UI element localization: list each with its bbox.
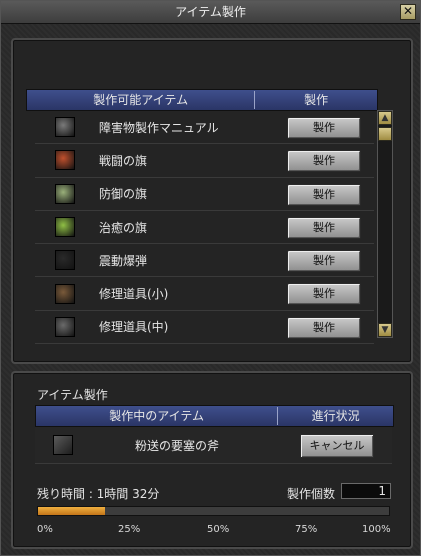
production-header: 製作中のアイテム 進行状況: [35, 405, 394, 427]
tick-25: 25%: [118, 524, 141, 535]
item-name: 修理道具(小): [99, 287, 169, 302]
item-name: 防御の旗: [99, 187, 148, 202]
craftable-header: 製作可能アイテム 製作: [26, 89, 378, 111]
count-label: 製作個数: [287, 487, 336, 501]
craft-button[interactable]: 製作: [287, 150, 361, 173]
production-item-name: 粉送の要塞の斧: [135, 439, 220, 453]
list-item: 修理道具(中) 製作: [35, 311, 374, 345]
item-name: 障害物製作マニュアル: [99, 120, 219, 135]
scroll-up-icon[interactable]: ▲: [378, 111, 392, 125]
list-item: 治癒の旗 製作: [35, 211, 374, 245]
item-name: 治癒の旗: [99, 220, 148, 235]
item-name: 震動爆弾: [99, 253, 148, 268]
list-item: 障害物製作マニュアル 製作: [35, 111, 374, 145]
list-item: 戦闘の旗 製作: [35, 144, 374, 178]
window-title: アイテム製作: [175, 5, 246, 19]
pickaxe-icon: [55, 316, 75, 337]
remaining-time: 残り時間 : 1時間 32分: [37, 487, 160, 501]
item-name: 修理道具(中): [99, 320, 169, 335]
production-section-title: アイテム製作: [37, 388, 108, 402]
craft-button[interactable]: 製作: [287, 183, 361, 206]
manual-icon: [55, 117, 75, 138]
cancel-button[interactable]: キャンセル: [300, 434, 374, 458]
craftable-header-action: 製作: [304, 93, 329, 107]
craft-button[interactable]: 製作: [287, 117, 361, 139]
scrollbar[interactable]: ▲ ▼: [377, 110, 393, 338]
craftable-header-name: 製作可能アイテム: [27, 91, 256, 109]
count-field[interactable]: 1: [341, 483, 391, 499]
tick-100: 100%: [362, 524, 391, 535]
defense-flag-icon: [55, 183, 75, 204]
production-header-state: 進行状況: [311, 409, 360, 423]
healing-flag-icon: [55, 217, 75, 238]
craft-button[interactable]: 製作: [287, 216, 361, 239]
tick-50: 50%: [207, 524, 230, 535]
axe-icon: [53, 435, 73, 455]
scroll-thumb[interactable]: [378, 127, 392, 141]
list-item: 震動爆弾 製作: [35, 244, 374, 278]
craft-button[interactable]: 製作: [287, 316, 361, 339]
bomb-icon: [55, 250, 75, 271]
craftable-list: 障害物製作マニュアル 製作 戦闘の旗 製作 防御の旗 製作 治癒の旗 製作 震動爆弾 製作 修理道具…: [35, 111, 374, 345]
list-item: 修理道具(小) 製作: [35, 277, 374, 311]
craft-button[interactable]: 製作: [287, 250, 361, 273]
battle-flag-icon: [55, 150, 75, 171]
list-item: 防御の旗 製作: [35, 178, 374, 211]
tick-75: 75%: [295, 524, 318, 535]
title-bar: アイテム製作 ✕: [1, 1, 420, 24]
tick-0: 0%: [37, 524, 53, 535]
item-name: 戦闘の旗: [99, 153, 148, 168]
production-row: 粉送の要塞の斧 キャンセル: [35, 427, 392, 464]
scroll-down-icon[interactable]: ▼: [378, 323, 392, 337]
progress-bar: [37, 506, 390, 516]
progress-fill: [38, 507, 105, 515]
production-header-name: 製作中のアイテム: [36, 407, 279, 425]
close-icon[interactable]: ✕: [400, 4, 416, 20]
item-crafting-window: アイテム製作 ✕ 製作可能アイテム 製作 障害物製作マニュアル 製作 戦闘の旗 製作防…: [0, 0, 421, 556]
craft-button[interactable]: 製作: [287, 283, 361, 306]
pickaxe-icon: [55, 283, 75, 304]
